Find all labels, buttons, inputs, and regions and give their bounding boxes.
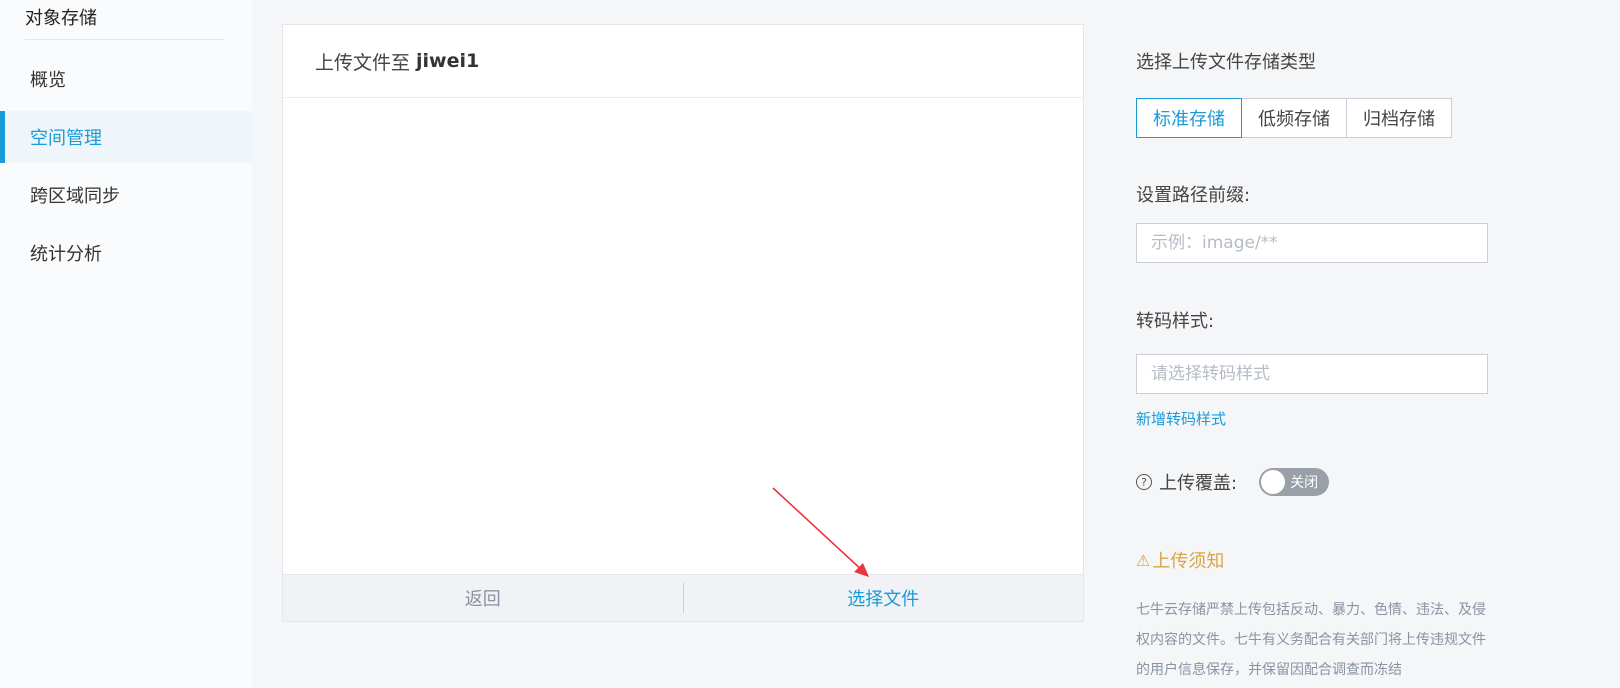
upload-drop-area[interactable] (283, 98, 1083, 575)
upload-notice-text: 七牛云存储严禁上传包括反动、暴力、色情、违法、及侵权内容的文件。七牛有义务配合有… (1136, 602, 1486, 678)
upload-notice-title: ⚠ 上传须知 (1136, 547, 1224, 573)
sidebar-item-overview[interactable]: 概览 (0, 53, 252, 105)
sidebar: 对象存储 概览 空间管理 跨区域同步 统计分析 (0, 0, 252, 688)
choose-file-button[interactable]: 选择文件 (684, 575, 1084, 621)
storage-type-archive[interactable]: 归档存储 (1346, 98, 1452, 138)
notice-title-text: 上传须知 (1152, 551, 1225, 572)
overwrite-toggle[interactable]: 关闭 (1259, 468, 1330, 496)
sidebar-item-label: 概览 (30, 70, 66, 91)
overwrite-label: 上传覆盖: (1159, 473, 1238, 494)
upload-settings: 选择上传文件存储类型 标准存储 低频存储 归档存储 设置路径前缀: 转码样式: … (1136, 0, 1576, 688)
sidebar-item-space-management[interactable]: 空间管理 (0, 111, 252, 163)
warning-icon: ⚠ (1136, 550, 1151, 570)
storage-type-infrequent[interactable]: 低频存储 (1241, 98, 1347, 138)
storage-type-label: 选择上传文件存储类型 (1136, 52, 1316, 73)
add-transcode-style-link[interactable]: 新增转码样式 (1136, 408, 1226, 429)
bucket-name: jiwei1 (416, 50, 480, 72)
sidebar-brand-title: 对象存储 (25, 8, 97, 29)
upload-panel-header: 上传文件至 jiwei1 (283, 25, 1083, 98)
back-button[interactable]: 返回 (283, 575, 683, 621)
upload-panel: 上传文件至 jiwei1 返回 选择文件 (282, 24, 1084, 622)
path-prefix-input[interactable] (1136, 223, 1488, 263)
sidebar-item-label: 跨区域同步 (30, 186, 120, 207)
storage-type-selector: 标准存储 低频存储 归档存储 (1136, 98, 1452, 138)
prefix-label: 设置路径前缀: (1136, 185, 1251, 206)
transcode-label: 转码样式: (1136, 311, 1215, 332)
upload-panel-footer: 返回 选择文件 (283, 574, 1083, 621)
toggle-state-label: 关闭 (1290, 475, 1319, 491)
transcode-style-select[interactable] (1136, 354, 1488, 394)
sidebar-item-cross-region-sync[interactable]: 跨区域同步 (0, 169, 252, 221)
upload-title-prefix: 上传文件至 (315, 51, 411, 74)
sidebar-item-label: 空间管理 (30, 128, 102, 149)
sidebar-divider (25, 39, 225, 40)
sidebar-item-label: 统计分析 (30, 244, 102, 265)
toggle-knob (1261, 470, 1286, 494)
help-icon[interactable]: ? (1136, 474, 1152, 490)
storage-type-standard[interactable]: 标准存储 (1136, 98, 1242, 138)
overwrite-row: ? 上传覆盖: 关闭 (1136, 467, 1330, 497)
sidebar-item-statistics[interactable]: 统计分析 (0, 227, 252, 279)
